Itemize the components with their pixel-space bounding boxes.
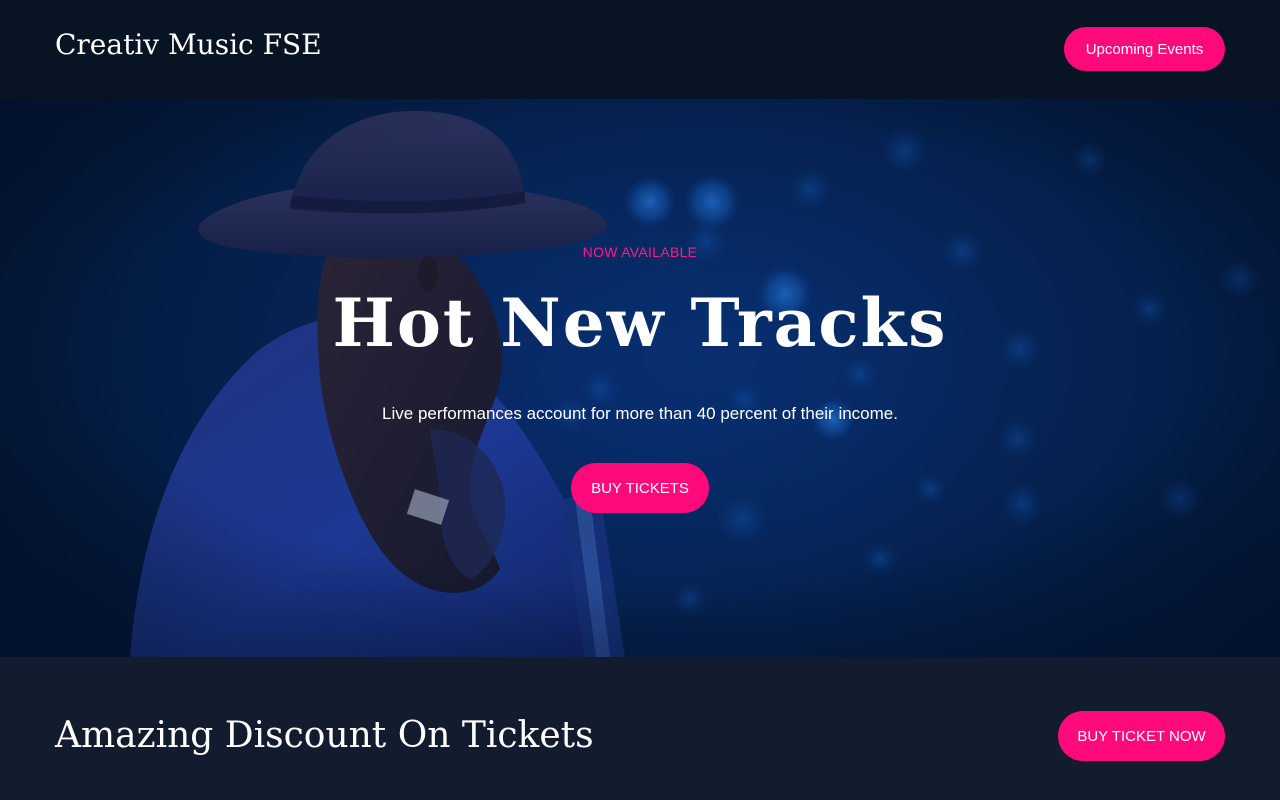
buy-ticket-now-button[interactable]: BUY TICKET NOW <box>1058 711 1225 761</box>
buy-tickets-button[interactable]: BUY TICKETS <box>571 463 709 513</box>
site-title[interactable]: Creativ Music FSE <box>55 28 322 61</box>
hero-section: NOW AVAILABLE Hot New Tracks Live perfor… <box>0 99 1280 657</box>
hero-eyebrow: NOW AVAILABLE <box>582 244 698 260</box>
hero-subtitle: Live performances account for more than … <box>382 404 898 423</box>
discount-band: Amazing Discount On Tickets BUY TICKET N… <box>0 657 1280 800</box>
hero-title: Hot New Tracks <box>332 284 948 362</box>
site-header: Creativ Music FSE Upcoming Events <box>0 0 1280 99</box>
discount-title: Amazing Discount On Tickets <box>55 715 594 756</box>
hero-overlay <box>0 99 1280 657</box>
upcoming-events-button[interactable]: Upcoming Events <box>1064 27 1225 71</box>
